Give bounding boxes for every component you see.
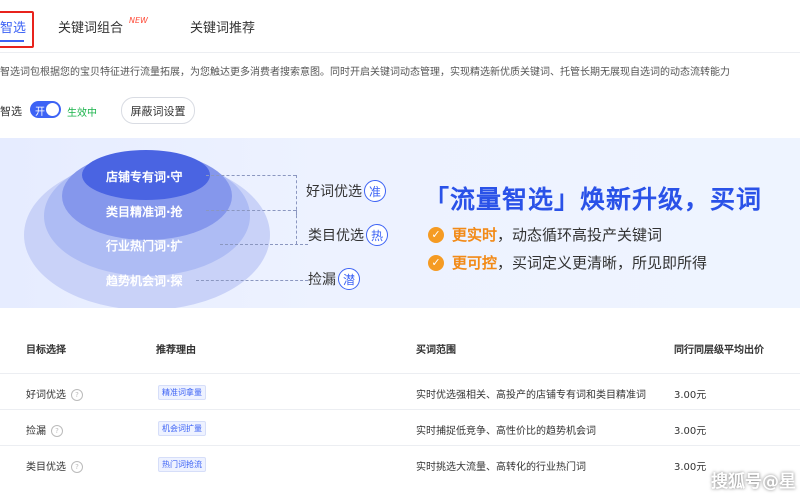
tier-good-words: 好词优选 准 (306, 180, 386, 202)
tier-badge-hot: 热 (366, 224, 388, 246)
target-label: 好词优选 (26, 390, 66, 401)
banner-bullet-realtime: ✓ 更实时 ，动态循环高投产关键词 (428, 224, 662, 245)
tab-bar: 智选 关键词组合NEW 关键词推荐 (0, 0, 800, 53)
promo-banner[interactable]: 店铺专有词·守 类目精准词·抢 行业热门词·扩 趋势机会词·探 好词优选 准 类… (0, 138, 800, 308)
leader-line (296, 210, 297, 244)
row-scope: 实时挑选大流量、高转化的行业热门词 (416, 462, 586, 473)
bullet-highlight: 更实时 (452, 226, 498, 244)
help-icon[interactable]: ? (71, 389, 83, 401)
row-price: 3.00元 (674, 462, 707, 473)
tab-keyword-combo-label: 关键词组合 (58, 21, 124, 36)
check-icon: ✓ (428, 226, 444, 243)
header-avg-bid: 同行同层级平均出价 (674, 345, 764, 356)
ring-label-industry: 行业热门词·扩 (106, 239, 183, 253)
smart-select-label: 智选 (0, 105, 22, 118)
check-icon: ✓ (428, 254, 444, 271)
reason-tag: 精准词拿量 (158, 385, 206, 400)
row-price: 3.00元 (674, 426, 707, 437)
toggle-text: 开 (35, 107, 45, 118)
bullet-text: ，动态循环高投产关键词 (497, 226, 663, 244)
leader-line (296, 175, 297, 215)
watermark: 搜狐号@星 (711, 472, 796, 492)
table-row[interactable]: 好词优选? 精准词拿量 实时优选强相关、高投产的店铺专有词和类目精准词 3.00… (0, 373, 800, 410)
tab-keyword-combo[interactable]: 关键词组合 NEW (58, 16, 148, 36)
row-target: 类目优选? (26, 458, 83, 473)
row-target: 捡漏? (26, 422, 63, 437)
help-icon[interactable]: ? (51, 425, 63, 437)
leader-line (220, 244, 308, 245)
banner-bullet-controllable: ✓ 更可控 ，买词定义更清晰，所见即所得 (428, 252, 707, 273)
header-scope: 买词范围 (416, 345, 456, 356)
leader-line (206, 210, 296, 211)
row-scope: 实时捕捉低竞争、高性价比的趋势机会词 (416, 426, 596, 437)
shield-words-button[interactable]: 屏蔽词设置 (121, 97, 195, 124)
header-target: 目标选择 (26, 345, 66, 356)
target-label: 捡漏 (26, 426, 46, 437)
ring-label-store: 店铺专有词·守 (106, 170, 183, 184)
tab-highlight-box (0, 11, 34, 48)
tab-keyword-recommend[interactable]: 关键词推荐 (190, 17, 255, 36)
tier-good-words-label: 好词优选 (306, 184, 362, 200)
status-text: 生效中 (67, 108, 97, 119)
table-row[interactable]: 捡漏? 机会词扩量 实时捕捉低竞争、高性价比的趋势机会词 3.00元 (0, 409, 800, 446)
ring-label-category: 类目精准词·抢 (106, 205, 183, 219)
smart-select-toggle[interactable]: 开 (30, 101, 61, 118)
ring-label-trend: 趋势机会词·探 (106, 274, 183, 288)
table-row[interactable]: 类目优选? 热门词抢流 实时挑选大流量、高转化的行业热门词 3.00元 (0, 445, 800, 482)
help-icon[interactable]: ? (71, 461, 83, 473)
tier-bargain-label: 捡漏 (308, 272, 336, 288)
row-price: 3.00元 (674, 390, 707, 401)
bullet-text: ，买词定义更清晰，所见即所得 (497, 254, 708, 272)
tier-badge-potential: 潜 (338, 268, 360, 290)
tier-category-label: 类目优选 (308, 228, 364, 244)
bullet-highlight: 更可控 (452, 254, 498, 272)
new-badge: NEW (129, 16, 148, 25)
target-label: 类目优选 (26, 462, 66, 473)
banner-headline: 「流量智选」焕新升级，买词 (424, 185, 763, 214)
page-description: 智选词包根据您的宝贝特征进行流量拓展，为您触达更多消费者搜索意图。同时开启关键词… (0, 67, 730, 78)
reason-tag: 热门词抢流 (158, 457, 206, 472)
tier-badge-precise: 准 (364, 180, 386, 202)
tier-category: 类目优选 热 (308, 224, 388, 246)
row-target: 好词优选? (26, 386, 83, 401)
tier-bargain: 捡漏 潜 (308, 268, 360, 290)
leader-line (196, 280, 308, 281)
header-reason: 推荐理由 (156, 345, 196, 356)
toggle-knob (46, 103, 59, 116)
row-scope: 实时优选强相关、高投产的店铺专有词和类目精准词 (416, 390, 646, 401)
reason-tag: 机会词扩量 (158, 421, 206, 436)
leader-line (206, 175, 296, 176)
